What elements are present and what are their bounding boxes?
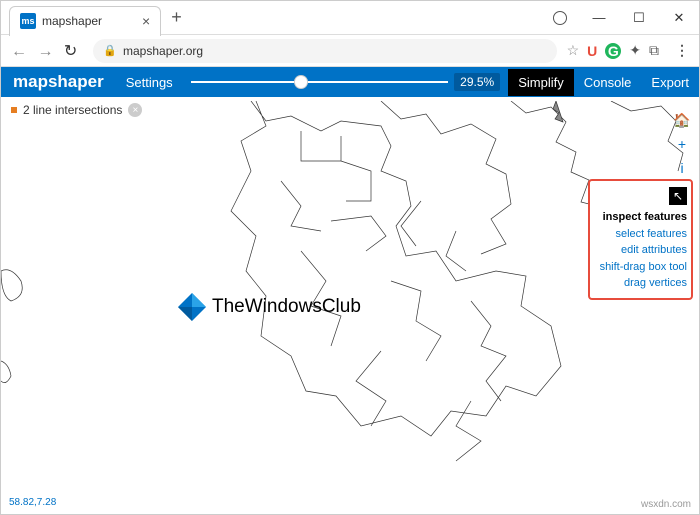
account-circle-icon[interactable] <box>553 11 567 25</box>
simplify-button[interactable]: Simplify <box>508 69 574 96</box>
reading-list-icon[interactable]: ⧉ <box>649 42 659 59</box>
nav-icons: ← → ↻ <box>11 41 83 61</box>
select-features-option[interactable]: select features <box>594 226 687 243</box>
addr-right-icons: ☆ U G ✦ ⧉ ⋮ <box>567 42 689 59</box>
source-watermark: wsxdn.com <box>641 499 691 510</box>
back-button[interactable]: ← <box>11 43 27 60</box>
drag-vertices-option[interactable]: drag vertices <box>594 275 687 292</box>
brand-logo[interactable]: mapshaper <box>1 72 116 92</box>
app-header: mapshaper Settings 29.5% Simplify Consol… <box>1 67 699 97</box>
tab-close-icon[interactable]: × <box>142 13 150 29</box>
tool-menu-popup: ↖ inspect features select features edit … <box>588 179 693 300</box>
console-button[interactable]: Console <box>574 75 642 90</box>
watermark-text: TheWindowsClub <box>212 296 361 318</box>
menu-dots-icon[interactable]: ⋮ <box>675 42 689 59</box>
browser-tab[interactable]: ms mapshaper × <box>9 6 161 36</box>
tab-favicon: ms <box>20 13 36 29</box>
ublock-icon[interactable]: U <box>587 43 597 59</box>
minimize-button[interactable]: — <box>579 10 619 25</box>
info-icon[interactable]: i <box>673 159 691 177</box>
window-frame: ms mapshaper × + — ☐ ✕ ← → ↻ 🔒 mapshaper… <box>0 0 700 515</box>
edit-attributes-option[interactable]: edit attributes <box>594 242 687 259</box>
reload-button[interactable]: ↻ <box>64 43 77 60</box>
settings-button[interactable]: Settings <box>116 75 183 90</box>
slider-thumb[interactable] <box>294 75 308 89</box>
slider-track <box>191 81 448 83</box>
url-field[interactable]: 🔒 mapshaper.org <box>93 39 556 63</box>
close-window-button[interactable]: ✕ <box>659 10 699 26</box>
grammarly-icon[interactable]: G <box>605 43 621 59</box>
simplify-percent: 29.5% <box>454 73 500 91</box>
lock-icon: 🔒 <box>103 44 117 57</box>
address-bar: ← → ↻ 🔒 mapshaper.org ☆ U G ✦ ⧉ ⋮ <box>1 35 699 67</box>
new-tab-button[interactable]: + <box>171 7 182 28</box>
inspect-features-option[interactable]: inspect features <box>594 209 687 226</box>
zoom-in-icon[interactable]: + <box>673 135 691 153</box>
export-button[interactable]: Export <box>641 75 699 90</box>
home-icon[interactable]: 🏠 <box>673 111 691 129</box>
forward-button: → <box>37 43 53 60</box>
url-host: mapshaper.org <box>123 44 203 58</box>
watermark-logo: TheWindowsClub <box>176 291 361 323</box>
coords-readout: 58.82,7.28 <box>9 497 56 508</box>
tab-title: mapshaper <box>42 14 102 28</box>
titlebar: ms mapshaper × + — ☐ ✕ <box>1 1 699 35</box>
windowsclub-icon <box>176 291 208 323</box>
extensions-icon[interactable]: ✦ <box>629 42 641 59</box>
maximize-button[interactable]: ☐ <box>619 10 659 26</box>
box-tool-option[interactable]: shift-drag box tool <box>594 259 687 276</box>
cursor-tool-icon[interactable]: ↖ <box>669 187 687 205</box>
simplify-slider[interactable]: 29.5% <box>183 73 509 91</box>
bookmark-star-icon[interactable]: ☆ <box>567 42 580 59</box>
window-controls: — ☐ ✕ <box>547 10 699 26</box>
